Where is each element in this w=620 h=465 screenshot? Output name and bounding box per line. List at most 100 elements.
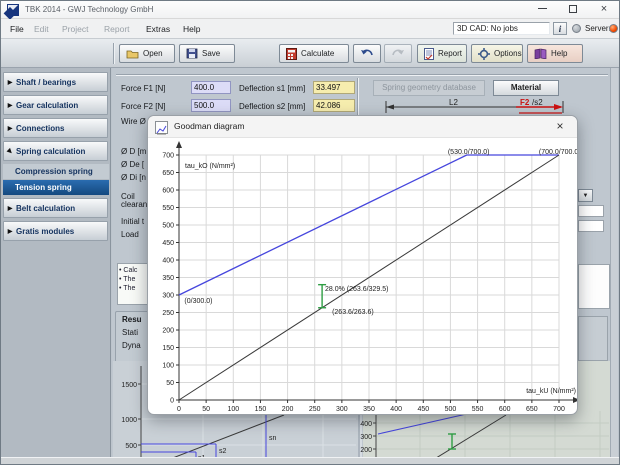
svg-text:550: 550	[472, 406, 484, 413]
load-label: Load	[121, 230, 139, 239]
right-chart-tick: 400	[360, 421, 372, 428]
material-button[interactable]: Material	[493, 80, 559, 96]
help-book-icon	[534, 48, 547, 59]
menu-file[interactable]: File	[6, 22, 28, 36]
goodman-diagram-dialog: Goodman diagram × 0501001502002503003504…	[147, 115, 578, 415]
svg-text:300: 300	[336, 406, 348, 413]
spring-dimension-drawing: L2 F2 /s2	[379, 97, 579, 117]
dialog-close-icon[interactable]: ×	[552, 119, 568, 133]
initial-tension-label: Initial t	[121, 217, 144, 226]
svg-text:300: 300	[162, 293, 174, 300]
sidebar-item-gratis-modules[interactable]: ▶Gratis modules	[3, 221, 108, 241]
title-bar: TBK 2014 - GWJ Technology GmbH ×	[1, 1, 619, 19]
server-status-led	[609, 24, 618, 33]
redo-arrow-icon	[391, 48, 405, 59]
dim-f2-label: F2	[520, 98, 530, 107]
svg-text:350: 350	[162, 275, 174, 282]
sidebar-item-compression-spring[interactable]: Compression spring	[3, 164, 109, 179]
undo-arrow-icon	[360, 48, 374, 59]
svg-text:400: 400	[162, 258, 174, 265]
sidebar-item-spring-calculation[interactable]: ▶Spring calculation	[3, 141, 108, 161]
wire-diameter-label: Wire Ø	[121, 117, 146, 126]
gear-icon	[478, 48, 490, 60]
close-button[interactable]: ×	[589, 1, 619, 19]
force-f1-input[interactable]	[191, 81, 231, 94]
svg-text:500: 500	[445, 406, 457, 413]
right-input-field[interactable]	[578, 205, 604, 217]
toolbar: Open Save Calculate Report Options Help	[1, 39, 619, 68]
dim-s2-label: /s2	[532, 98, 543, 107]
svg-text:250: 250	[309, 406, 321, 413]
svg-text:0: 0	[170, 398, 174, 405]
right-group-panel	[578, 316, 608, 361]
svg-text:(0/300.0): (0/300.0)	[184, 298, 212, 305]
left-chart-tick: 1000	[121, 417, 137, 424]
save-button[interactable]: Save	[179, 44, 235, 63]
svg-text:tau_kU (N/mm²): tau_kU (N/mm²)	[526, 388, 576, 395]
right-chart-tick: 200	[360, 447, 372, 454]
help-button[interactable]: Help	[527, 44, 583, 63]
spring-geometry-database-button[interactable]: Spring geometry database	[373, 80, 485, 96]
svg-text:(700.0/700.0): (700.0/700.0)	[539, 149, 577, 156]
sidebar-item-gear-calculation[interactable]: ▶Gear calculation	[3, 95, 108, 115]
menu-extras[interactable]: Extras	[142, 22, 174, 36]
diameter-d-label: Ø D [m	[121, 147, 146, 156]
dropdown-button[interactable]: ▼	[578, 189, 593, 202]
sn-marker-label: sn	[269, 435, 277, 442]
dialog-title-bar[interactable]: Goodman diagram ×	[148, 116, 577, 138]
sidebar-item-shaft-bearings[interactable]: ▶Shaft / bearings	[3, 72, 108, 92]
svg-text:450: 450	[162, 240, 174, 247]
open-button[interactable]: Open	[119, 44, 175, 63]
menu-bar: File Edit Project Report Extras Help 3D …	[1, 19, 619, 39]
minimize-button[interactable]	[527, 1, 557, 19]
svg-text:350: 350	[363, 406, 375, 413]
svg-text:700: 700	[162, 153, 174, 160]
calculator-icon	[286, 48, 297, 60]
info-button[interactable]: i	[553, 22, 567, 35]
application-window: TBK 2014 - GWJ Technology GmbH × File Ed…	[0, 0, 620, 465]
svg-text:550: 550	[162, 205, 174, 212]
menu-project[interactable]: Project	[58, 22, 92, 36]
deflection-s2-value: 42.086	[313, 99, 355, 112]
menu-report[interactable]: Report	[100, 22, 134, 36]
svg-text:600: 600	[499, 406, 511, 413]
right-group-panel	[578, 264, 610, 309]
svg-text:150: 150	[255, 406, 267, 413]
menu-edit[interactable]: Edit	[30, 22, 53, 36]
svg-text:(530.0/700.0): (530.0/700.0)	[448, 149, 490, 156]
svg-text:700: 700	[553, 406, 565, 413]
force-f1-label: Force F1 [N]	[121, 84, 165, 93]
collapsed-arrow-icon: ▶	[4, 205, 16, 212]
status-bar	[1, 457, 619, 465]
report-button[interactable]: Report	[417, 44, 467, 63]
app-icon	[7, 4, 19, 16]
redo-button[interactable]	[384, 44, 412, 63]
svg-text:500: 500	[162, 223, 174, 230]
sidebar-item-connections[interactable]: ▶Connections	[3, 118, 108, 138]
svg-text:450: 450	[417, 406, 429, 413]
svg-text:50: 50	[202, 406, 210, 413]
diameter-de-label: Ø De [	[121, 160, 144, 169]
menu-help[interactable]: Help	[179, 22, 204, 36]
sidebar-item-tension-spring[interactable]: Tension spring	[3, 180, 109, 195]
svg-text:250: 250	[162, 310, 174, 317]
svg-text:200: 200	[162, 328, 174, 335]
undo-button[interactable]	[353, 44, 381, 63]
svg-text:28.0% (263.6/329.5): 28.0% (263.6/329.5)	[325, 286, 388, 293]
collapsed-arrow-icon: ▶	[4, 125, 16, 132]
report-document-icon	[424, 48, 434, 60]
cad-status-field: 3D CAD: No jobs	[453, 22, 550, 35]
clearance-label: clearan	[121, 200, 147, 209]
goodman-dialog-icon	[155, 121, 168, 134]
svg-text:600: 600	[162, 188, 174, 195]
calculate-button[interactable]: Calculate	[279, 44, 349, 63]
options-button[interactable]: Options	[471, 44, 523, 63]
force-f2-input[interactable]	[191, 99, 231, 112]
svg-text:50: 50	[166, 380, 174, 387]
svg-text:(263.6/263.6): (263.6/263.6)	[332, 309, 374, 316]
right-input-field[interactable]	[578, 220, 604, 232]
sidebar-item-belt-calculation[interactable]: ▶Belt calculation	[3, 198, 108, 218]
scroll-gutter	[610, 68, 618, 457]
maximize-button[interactable]	[558, 1, 588, 19]
deflection-s1-label: Deflection s1 [mm]	[239, 84, 305, 93]
